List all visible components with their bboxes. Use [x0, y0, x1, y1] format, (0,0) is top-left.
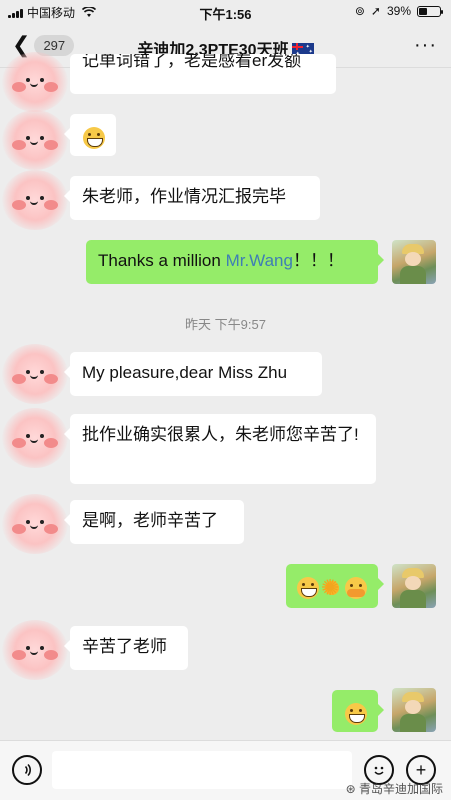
watermark: ⊛ 青岛辛迪加国际	[345, 782, 443, 796]
hug-icon	[345, 576, 367, 599]
more-options-button[interactable]: ···	[414, 34, 437, 57]
message-bubble[interactable]: 批作业确实很累人，朱老师您辛苦了!	[64, 414, 376, 484]
status-bar: 中国移动 下午1:56 ⊚ ➚ 39%	[0, 0, 451, 24]
chat-timestamp: 昨天 下午9:57	[185, 317, 266, 332]
avatar-self[interactable]	[392, 688, 436, 732]
message-text: 朱老师，作业情况汇报完毕	[82, 187, 286, 206]
grin-icon	[345, 702, 367, 725]
battery-percent: 39%	[386, 4, 411, 18]
grin-icon	[83, 126, 105, 149]
avatar-sender[interactable]	[2, 110, 68, 170]
message-bubble[interactable]: 记单词错了，老是感看er发额	[70, 54, 336, 94]
avatar-self[interactable]	[392, 564, 436, 608]
watermark-text: 青岛辛迪加国际	[358, 782, 443, 796]
avatar-sender[interactable]	[2, 170, 68, 230]
message-text: 批作业确实很累人，朱老师您辛苦了!	[82, 425, 359, 444]
avatar-sender[interactable]	[2, 620, 68, 680]
grin-icon	[297, 576, 319, 599]
sun-icon	[321, 575, 343, 601]
lock-rotation-icon: ⊚	[354, 4, 365, 18]
message-bubble[interactable]: 朱老师，作业情况汇报完毕	[64, 176, 320, 220]
voice-icon[interactable]	[12, 755, 42, 785]
message-bubble-self[interactable]: Thanks a million Mr.Wang！！！	[86, 240, 384, 284]
message-bubble[interactable]: 是啊，老师辛苦了	[64, 500, 244, 544]
message-text: 是啊，老师辛苦了	[82, 511, 218, 530]
message-text: ！！！	[292, 251, 344, 270]
avatar-sender[interactable]	[2, 494, 68, 554]
avatar-sender[interactable]	[2, 52, 68, 112]
message-text: My pleasure,dear Miss Zhu	[82, 363, 288, 382]
message-text: Thanks a million	[98, 251, 226, 270]
mention-link[interactable]: Mr.Wang	[226, 251, 293, 270]
message-text: 记单词错了，老是感看er发额	[82, 54, 302, 70]
avatar-self[interactable]	[392, 240, 436, 284]
avatar-sender[interactable]	[2, 344, 68, 404]
message-bubble[interactable]: 辛苦了老师	[64, 626, 188, 670]
avatar-sender[interactable]	[2, 408, 68, 468]
location-icon: ➚	[370, 4, 381, 18]
message-bubble-self[interactable]	[286, 564, 384, 608]
message-input[interactable]	[52, 751, 352, 789]
message-bubble[interactable]	[64, 114, 116, 156]
message-text: 辛苦了老师	[82, 637, 167, 656]
status-right: ⊚ ➚ 39%	[354, 4, 443, 18]
message-bubble-self[interactable]	[332, 690, 384, 732]
message-bubble[interactable]: My pleasure,dear Miss Zhu	[64, 352, 322, 396]
battery-icon	[417, 5, 443, 17]
